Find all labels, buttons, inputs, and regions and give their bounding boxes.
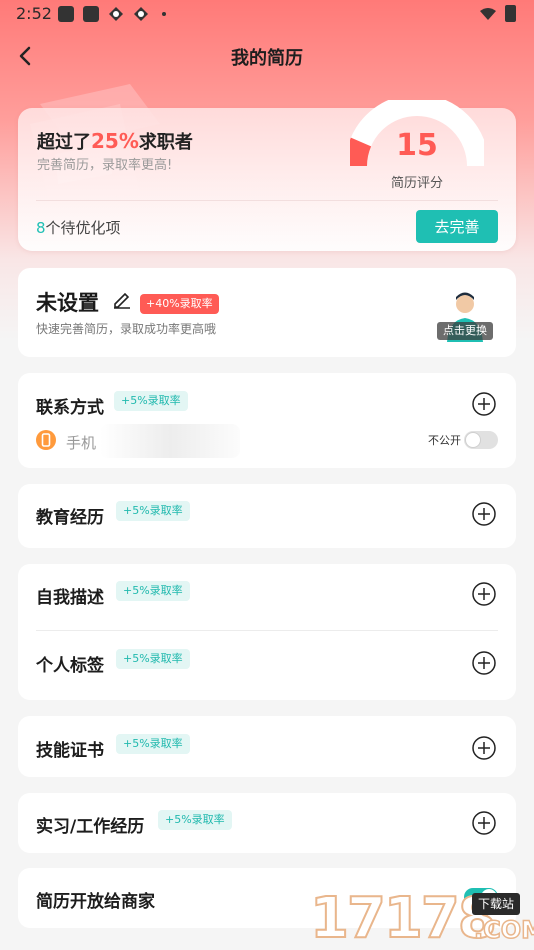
score-value: 15 (396, 128, 438, 163)
status-bar: 2:52 (0, 0, 534, 28)
add-icon[interactable] (472, 736, 496, 760)
phone-label: 手机 (66, 434, 97, 452)
self-desc-title: 自我描述 (36, 588, 104, 608)
app-notification-icon (109, 7, 123, 21)
divider (36, 630, 498, 631)
add-icon[interactable] (472, 811, 496, 835)
watermark-com: .COM (473, 915, 534, 945)
change-avatar-button[interactable]: 点击更换 (437, 322, 493, 340)
certs-title: 技能证书 (36, 741, 104, 761)
score-label: 简历评分 (390, 176, 443, 191)
open-title: 简历开放给商家 (36, 892, 155, 912)
complete-resume-button[interactable]: 去完善 (416, 210, 498, 243)
notification-icon (58, 6, 74, 22)
nav-bar: 我的简历 (0, 40, 534, 72)
work-title: 实习/工作经历 (36, 817, 145, 837)
rate-badge: +5%录取率 (116, 581, 190, 601)
add-icon[interactable] (472, 392, 496, 416)
contact-card (18, 373, 516, 468)
private-label: 不公开 (428, 434, 461, 447)
status-time: 2:52 (16, 4, 52, 23)
add-icon[interactable] (472, 582, 496, 606)
phone-icon (36, 430, 56, 450)
page-title: 我的简历 (231, 48, 303, 69)
app-notification-icon (134, 7, 148, 21)
divider (36, 200, 498, 201)
tags-title: 个人标签 (36, 656, 104, 676)
rate-badge: +5%录取率 (114, 391, 188, 411)
wifi-icon (480, 7, 496, 20)
edit-icon[interactable] (112, 289, 132, 309)
battery-icon (505, 5, 516, 22)
watermark-tag: 下载站 (472, 893, 521, 915)
name-text[interactable]: 未设置 (36, 287, 99, 317)
add-icon[interactable] (472, 502, 496, 526)
rate-badge: +5%录取率 (116, 649, 190, 669)
phone-number-masked (100, 424, 240, 458)
score-headline: 超过了25%求职者 (37, 129, 193, 153)
notification-icon (83, 6, 99, 22)
education-title: 教育经历 (36, 508, 104, 528)
rate-badge: +5%录取率 (116, 501, 190, 521)
private-toggle[interactable] (464, 431, 498, 449)
rate-badge: +5%录取率 (158, 810, 232, 830)
rate-badge: +40%录取率 (140, 294, 219, 314)
more-notifications-dot (162, 12, 166, 16)
contact-title: 联系方式 (36, 398, 104, 418)
add-icon[interactable] (472, 651, 496, 675)
profile-subtitle: 快速完善简历，录取成功率更高哦 (36, 322, 217, 336)
score-subtitle: 完善简历，录取率更高! (37, 158, 173, 173)
todo-count: 8个待优化项 (36, 219, 121, 237)
rate-badge: +5%录取率 (116, 734, 190, 754)
watermark-logo: 17178 (309, 885, 498, 950)
